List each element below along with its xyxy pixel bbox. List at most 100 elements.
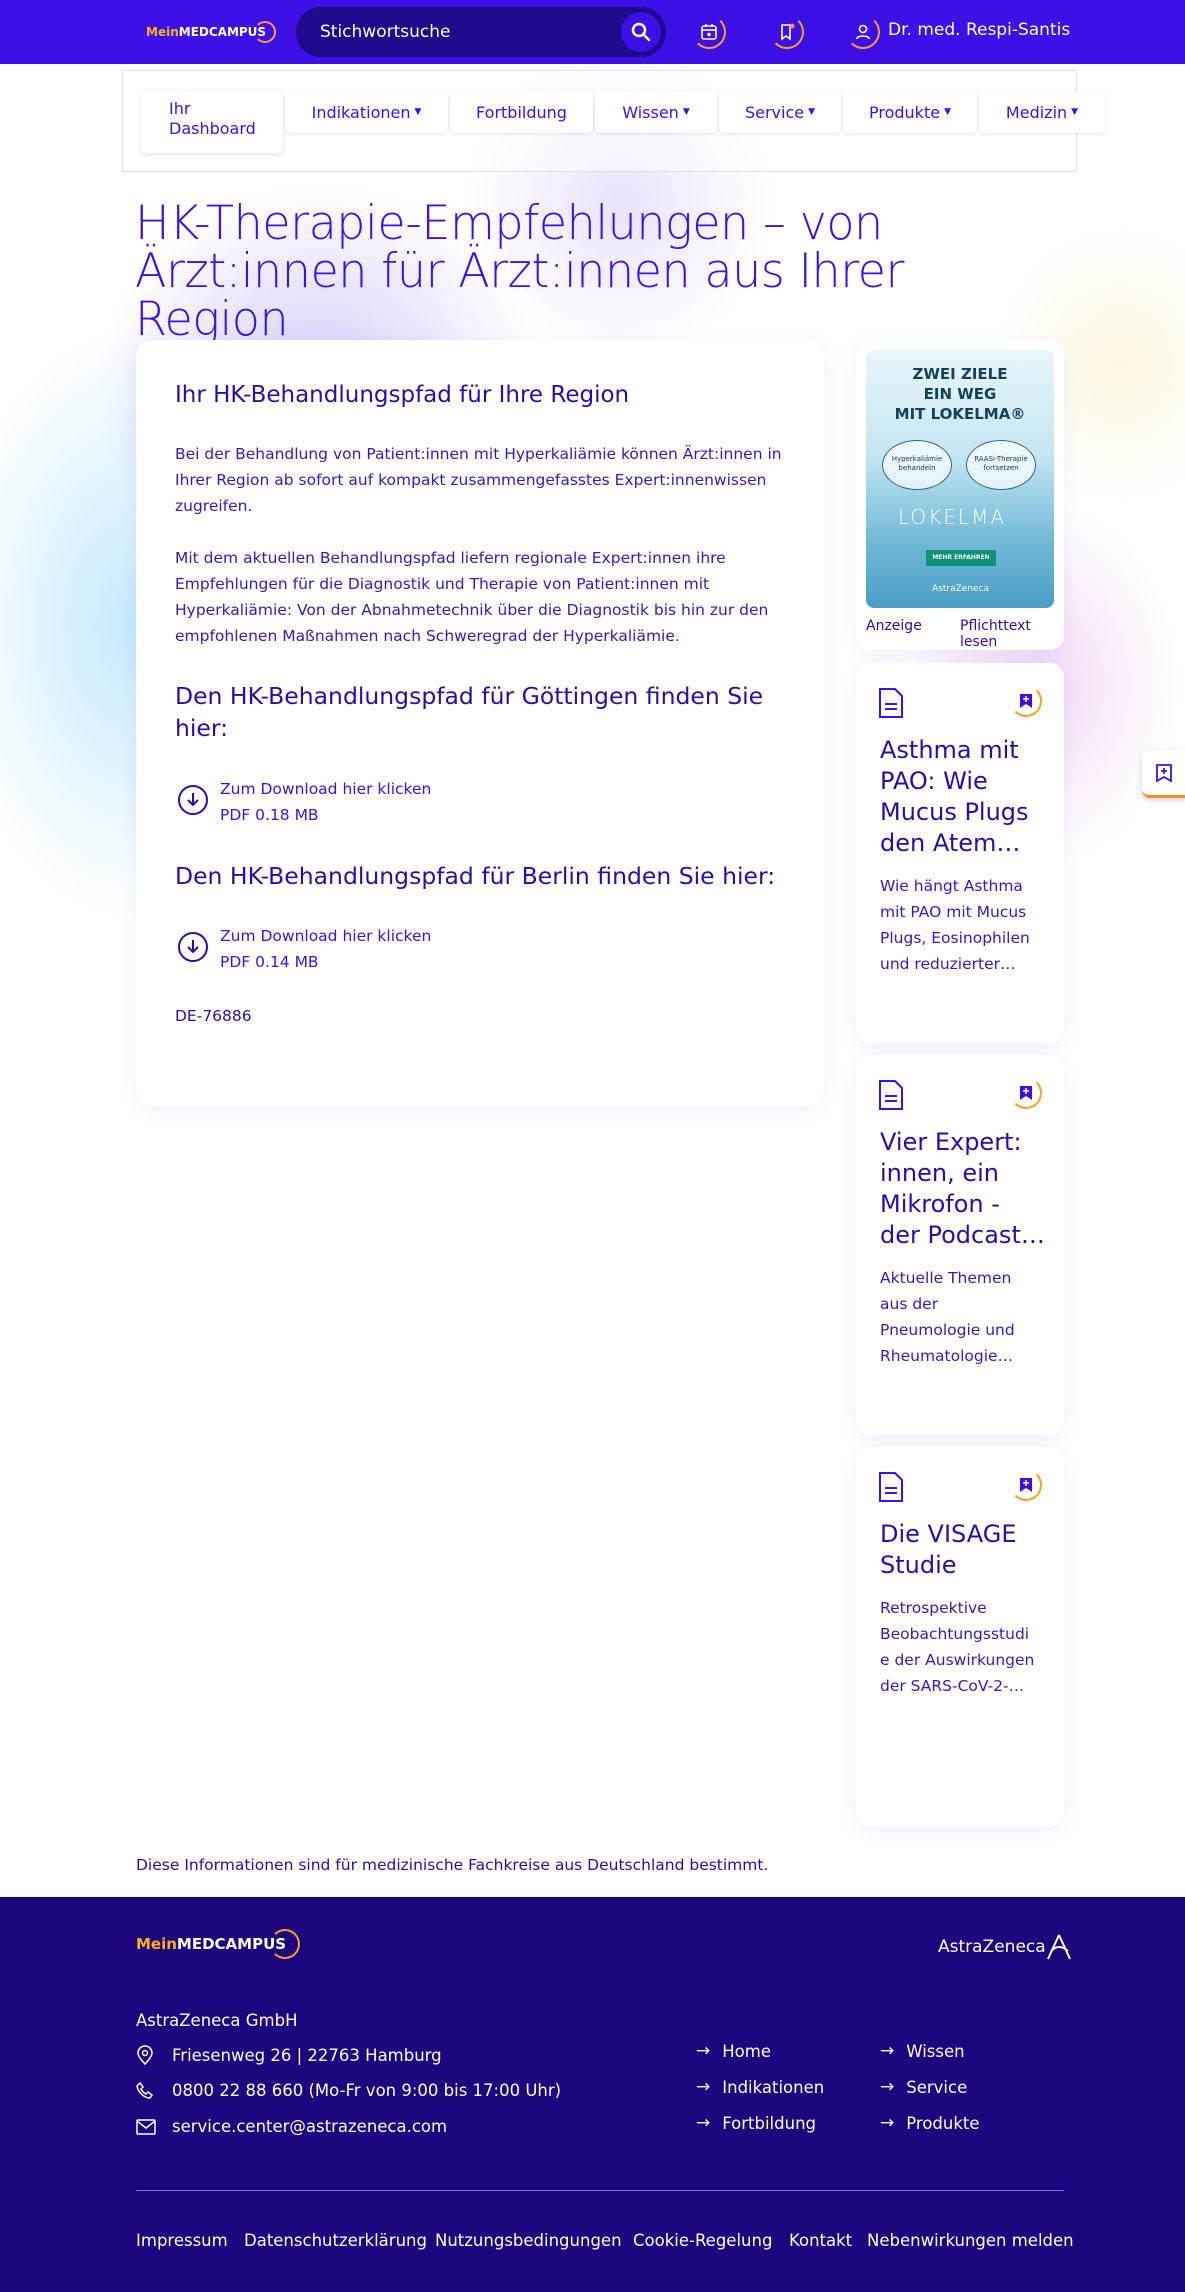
goettingen-download[interactable]: Zum Download hier klicken PDF 0.18 MB [178,776,431,828]
footer-link-service[interactable]: → Service [880,2077,967,2097]
footer-link-fortbildung[interactable]: → Fortbildung [696,2113,816,2133]
side-card-asthma[interactable]: Asthma mit PAO: Wie Mucus Plugs den Atem… [856,663,1064,1043]
footer-link-nebenwirkungen[interactable]: Nebenwirkungen melden [867,2231,1074,2250]
footer-link-cookie[interactable]: Cookie-Regelung [633,2231,772,2250]
header-logo[interactable]: Mein MEDCAMPUS [146,18,277,46]
download-link[interactable]: Zum Download hier klicken [220,923,431,949]
footer-link-datenschutz[interactable]: Datenschutzerklärung [244,2231,427,2250]
desc-line: und reduzierter… [880,955,1016,973]
heading-line: Den HK-Behandlungspfad für Göttingen fin… [175,682,764,710]
title-line: innen, ein [880,1159,999,1187]
document-code: DE-76886 [175,1007,252,1025]
page-title-line1: HK-Therapie-Empfehlungen – von [135,196,883,251]
title-line: Asthma mit [880,736,1019,764]
desc-line: aus der [880,1295,939,1313]
description-paragraph: Mit dem aktuellen Behandlungspfad liefer… [175,545,795,649]
arrow-right-icon: → [696,2077,711,2097]
title-line: PAO: Wie [880,767,988,795]
nav-item-medizin[interactable]: Medizin ▼ [979,91,1105,133]
bookmarks-button[interactable] [770,15,804,49]
bookmark-button[interactable] [1010,685,1042,717]
ad-cta-button[interactable]: MEHR ERFAHREN [926,550,996,566]
footer-link-nutzungsbedingungen[interactable]: Nutzungsbedingungen [435,2231,622,2250]
email-text[interactable]: service.center@astrazeneca.com [172,2117,447,2136]
nav-item-service[interactable]: Service ▼ [719,91,841,133]
footer-logo[interactable]: Mein MEDCAMPUS [136,1929,301,1959]
desc-line: Rheumatologie… [880,1347,1014,1365]
para-line: Empfehlungen für die Diagnostik und Ther… [175,575,710,593]
ad-bubble-right: RAASi-Therapie fortsetzen [966,440,1036,490]
title-line: den Atem… [880,829,1021,857]
ad-headline-line: ZWEI ZIELE [912,365,1008,383]
phone-text[interactable]: 0800 22 88 660 (Mo-Fr von 9:00 bis 17:00… [172,2081,561,2100]
download-arrow-icon [178,932,208,962]
footer-link-indikationen[interactable]: → Indikationen [696,2077,824,2097]
document-icon [879,1080,903,1110]
page-title-line2: Ärzt:innen für Ärzt:innen aus Ihrer Regi… [135,244,904,347]
desc-line: Aktuelle Themen [880,1269,1012,1287]
para-line: Bei der Behandlung von Patient:innen mit… [175,445,782,463]
footer-link-label: Indikationen [722,2077,825,2097]
side-card-visage[interactable]: Die VISAGE Studie Retrospektive Beobacht… [856,1447,1064,1827]
phone: 0800 22 88 660 (Mo-Fr von 9:00 bis 17:00… [136,2081,561,2100]
side-card-podcast[interactable]: Vier Expert: innen, ein Mikrofon - der P… [856,1055,1064,1435]
nav-item-wissen[interactable]: Wissen ▼ [595,91,717,133]
side-card-description: Wie hängt Asthma mit PAO mit Mucus Plugs… [880,873,1048,977]
footer-link-impressum[interactable]: Impressum [136,2231,228,2250]
desc-line: Pneumologie und [880,1321,1015,1339]
profile-button[interactable] [846,15,880,49]
mandatory-text-link[interactable]: Pflichttext lesen [960,618,1064,650]
document-icon [879,688,903,718]
desc-line: Beobachtungsstudi [880,1625,1030,1643]
nav-item-fortbildung[interactable]: Fortbildung [450,91,593,133]
nav-item-indikationen[interactable]: Indikationen ▼ [285,91,448,133]
page-title: HK-Therapie-Empfehlungen – von Ärzt:inne… [135,200,1037,344]
footer-link-home[interactable]: → Home [696,2041,771,2061]
footer-divider [136,2190,1064,2191]
berlin-heading: Den HK-Behandlungspfad für Berlin finden… [175,862,776,890]
bookmark-button[interactable] [1010,1469,1042,1501]
calendar-button[interactable] [692,15,726,49]
nav-item-produkte[interactable]: Produkte ▼ [843,91,977,133]
user-name[interactable]: Dr. med. Respi-Santis [888,20,1070,40]
main-nav: Ihr Dashboard Indikationen ▼ Fortbildung … [122,70,1105,172]
nav-label: Produkte [869,102,941,122]
side-card-description: Retrospektive Beobachtungsstudi e der Au… [880,1595,1048,1699]
search-input[interactable] [320,19,610,45]
astrazeneca-logo[interactable]: AstraZeneca [938,1933,1072,1961]
advertisement-card: ZWEI ZIELE EIN WEG MIT LOKELMA® Hyperkal… [856,340,1064,650]
site-footer: Mein MEDCAMPUS AstraZeneca AstraZeneca G… [0,1897,1185,2292]
mail-icon [136,2118,156,2135]
card-heading: Ihr HK-Behandlungspfad für Ihre Region [175,382,630,408]
side-card-title: Vier Expert: innen, ein Mikrofon - der P… [880,1127,1048,1251]
file-size: PDF 0.14 MB [220,953,319,971]
footer-link-produkte[interactable]: → Produkte [880,2113,980,2133]
title-line: der Podcast… [880,1221,1045,1249]
footer-link-label: Wissen [906,2041,965,2061]
lokelma-ad-image[interactable]: ZWEI ZIELE EIN WEG MIT LOKELMA® Hyperkal… [866,350,1054,608]
caret-down-icon: ▼ [682,107,690,117]
nav-item-dashboard[interactable]: Ihr Dashboard [141,91,283,153]
desc-line: mit PAO mit Mucus [880,903,1027,921]
search-button[interactable] [621,12,661,52]
footer-link-wissen[interactable]: → Wissen [880,2041,965,2061]
berlin-download[interactable]: Zum Download hier klicken PDF 0.14 MB [178,923,431,975]
professional-disclaimer: Diese Informationen sind für medizinisch… [136,1856,769,1874]
bookmark-button[interactable] [1010,1077,1042,1109]
floating-bookmark-tab[interactable] [1142,750,1185,798]
file-size: PDF 0.18 MB [220,806,319,824]
footer-link-label: Home [722,2041,771,2061]
logo-mein-text: Mein [136,1935,177,1953]
footer-link-kontakt[interactable]: Kontakt [789,2231,852,2250]
ad-brand: LOKELMA [898,505,1007,529]
nav-label: Wissen [622,102,679,122]
logo-ring-icon [270,1929,301,1959]
arrow-right-icon: → [880,2113,895,2133]
intro-paragraph: Bei der Behandlung von Patient:innen mit… [175,441,795,519]
astrazeneca-symbol-icon [1046,1934,1071,1960]
arrow-right-icon: → [880,2077,895,2097]
arrow-right-icon: → [880,2041,895,2061]
bookmark-add-icon [1155,763,1172,782]
download-link[interactable]: Zum Download hier klicken [220,776,431,802]
download-arrow-icon [178,785,208,815]
